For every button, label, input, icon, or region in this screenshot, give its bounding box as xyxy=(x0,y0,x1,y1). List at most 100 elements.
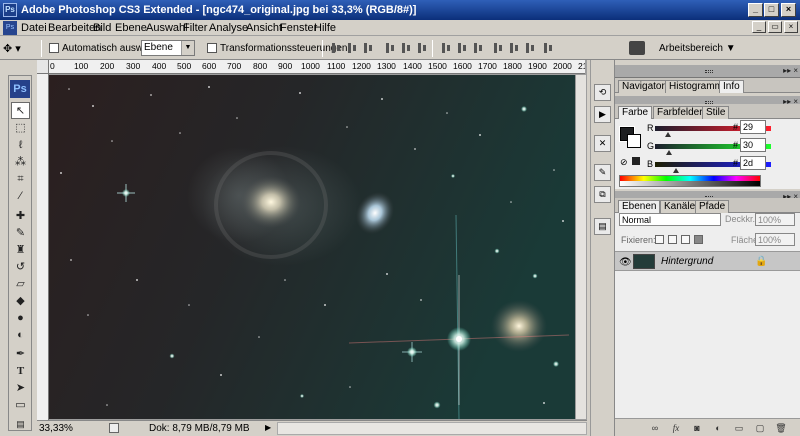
distribute-hcenter-icon[interactable] xyxy=(508,42,520,54)
lock-all-icon[interactable] xyxy=(694,235,703,244)
info-panel-header[interactable]: ▸▸ × xyxy=(615,65,800,78)
green-value-input[interactable]: 30 xyxy=(740,138,766,152)
distribute-top-icon[interactable] xyxy=(440,42,452,54)
ruler-origin[interactable] xyxy=(37,60,49,74)
crop-tool-icon[interactable]: ⌗ xyxy=(11,171,30,188)
paint-bucket-tool-icon[interactable]: ◆ xyxy=(11,293,30,310)
marquee-tool-icon[interactable]: ⬚ xyxy=(11,120,30,137)
horizontal-scrollbar[interactable] xyxy=(277,422,587,435)
align-left-icon[interactable] xyxy=(384,42,396,54)
image-canvas[interactable] xyxy=(49,75,575,419)
tab-kanaele[interactable]: Kanäle xyxy=(660,200,700,213)
blue-value-input[interactable]: 2d xyxy=(740,156,766,170)
vertical-scrollbar[interactable] xyxy=(575,75,586,419)
new-group-icon[interactable]: ▭ xyxy=(733,423,745,433)
eraser-tool-icon[interactable]: ▱ xyxy=(11,276,30,293)
clone-source-panel-icon[interactable]: ⧉ xyxy=(594,186,611,203)
blue-slider-handle[interactable] xyxy=(672,168,679,173)
align-hcenter-icon[interactable] xyxy=(400,42,412,54)
doc-restore-button[interactable]: ▭ xyxy=(768,21,782,33)
tab-pfade[interactable]: Pfade xyxy=(695,200,730,213)
magic-wand-tool-icon[interactable]: ⁂ xyxy=(11,154,30,171)
fill-input[interactable]: 100% xyxy=(755,233,795,246)
bridge-icon[interactable] xyxy=(629,41,645,55)
tab-ebenen[interactable]: Ebenen xyxy=(618,200,661,213)
align-right-icon[interactable] xyxy=(416,42,428,54)
maximize-button[interactable]: □ xyxy=(764,3,779,17)
move-tool-icon[interactable]: ↖ xyxy=(11,102,30,119)
eye-icon[interactable]: 👁 xyxy=(619,257,632,268)
lock-position-icon[interactable] xyxy=(681,235,690,244)
menu-filter[interactable]: Filter xyxy=(183,22,207,34)
blur-tool-icon[interactable]: ● xyxy=(11,310,30,327)
web-color-swatch[interactable] xyxy=(632,157,640,165)
workspace-button[interactable]: Arbeitsbereich ▼ xyxy=(659,43,736,54)
distribute-bottom-icon[interactable] xyxy=(472,42,484,54)
menu-ebene[interactable]: Ebene xyxy=(115,22,147,34)
minimize-button[interactable]: _ xyxy=(748,3,763,17)
green-slider-handle[interactable] xyxy=(665,150,672,155)
color-spectrum-bar[interactable] xyxy=(619,175,761,187)
history-panel-icon[interactable]: ⟲ xyxy=(594,84,611,101)
opacity-input[interactable]: 100% xyxy=(755,213,795,226)
background-color-swatch[interactable] xyxy=(627,134,641,148)
distribute-vcenter-icon[interactable] xyxy=(456,42,468,54)
tab-navigator[interactable]: Navigator xyxy=(618,80,669,93)
menu-datei[interactable]: Datei xyxy=(21,22,47,34)
auto-align-icon[interactable] xyxy=(542,42,554,54)
align-bottom-icon[interactable] xyxy=(362,42,374,54)
healing-brush-tool-icon[interactable]: ✚ xyxy=(11,208,30,225)
zoom-level[interactable]: 33,33% xyxy=(39,423,73,434)
brushes-panel-icon[interactable]: ✎ xyxy=(594,164,611,181)
gamut-warning-icon[interactable]: ⊘ xyxy=(620,157,628,168)
doc-minimize-button[interactable]: _ xyxy=(752,21,766,33)
clone-stamp-tool-icon[interactable]: ♜ xyxy=(11,242,30,259)
menu-ansicht[interactable]: Ansicht xyxy=(246,22,282,34)
lasso-tool-icon[interactable]: ℓ xyxy=(11,137,30,154)
tab-histogramm[interactable]: Histogramm xyxy=(665,80,727,93)
notes-tool-icon[interactable]: ▤ xyxy=(11,416,30,433)
auto-select-checkbox[interactable] xyxy=(49,43,59,53)
actions-panel-icon[interactable]: ▶ xyxy=(594,106,611,123)
layer-comps-panel-icon[interactable]: ▤ xyxy=(594,218,611,235)
pen-tool-icon[interactable]: ✒ xyxy=(11,346,30,363)
red-value-input[interactable]: 29 xyxy=(740,120,766,134)
align-top-icon[interactable] xyxy=(330,42,342,54)
status-menu-arrow-icon[interactable]: ▶ xyxy=(265,423,273,433)
eyedropper-tool-icon[interactable]: ⁄ xyxy=(11,188,30,205)
panel-collapse-icon[interactable]: ▸▸ × xyxy=(783,66,798,75)
shape-tool-icon[interactable]: ▭ xyxy=(11,397,30,414)
layer-row[interactable]: 👁 Hintergrund 🔒 xyxy=(615,251,800,271)
move-tool-preset-icon[interactable]: ✥ ▾ xyxy=(3,42,33,56)
path-selection-tool-icon[interactable]: ➤ xyxy=(11,380,30,397)
dodge-tool-icon[interactable]: ◐ xyxy=(11,327,30,344)
distribute-right-icon[interactable] xyxy=(524,42,536,54)
new-layer-icon[interactable]: ▢ xyxy=(754,423,766,433)
delete-layer-icon[interactable]: 🗑 xyxy=(775,423,787,433)
blend-mode-dropdown[interactable]: Normal xyxy=(619,213,721,226)
transform-controls-checkbox[interactable] xyxy=(207,43,217,53)
tab-stile[interactable]: Stile xyxy=(702,106,730,119)
menu-hilfe[interactable]: Hilfe xyxy=(314,22,336,34)
tool-presets-panel-icon[interactable]: ✕ xyxy=(594,135,611,152)
menu-bild[interactable]: Bild xyxy=(93,22,111,34)
layer-mask-icon[interactable]: ◙ xyxy=(691,423,703,433)
align-vcenter-icon[interactable] xyxy=(346,42,358,54)
tab-farbe[interactable]: Farbe xyxy=(618,106,653,119)
menu-fenster[interactable]: Fenster xyxy=(280,22,317,34)
distribute-left-icon[interactable] xyxy=(492,42,504,54)
layer-style-icon[interactable]: fx xyxy=(670,423,682,433)
doc-close-button[interactable]: × xyxy=(784,21,798,33)
lock-transparency-icon[interactable] xyxy=(655,235,664,244)
menu-analyse[interactable]: Analyse xyxy=(209,22,248,34)
red-slider-handle[interactable] xyxy=(664,132,671,137)
adjustment-layer-icon[interactable]: ◐ xyxy=(712,423,724,433)
history-brush-tool-icon[interactable]: ↺ xyxy=(11,259,30,276)
layer-name[interactable]: Hintergrund xyxy=(661,256,713,267)
brush-tool-icon[interactable]: ✎ xyxy=(11,225,30,242)
lock-pixels-icon[interactable] xyxy=(668,235,677,244)
close-button[interactable]: × xyxy=(781,3,796,17)
auto-select-dropdown[interactable]: Ebene ▼ xyxy=(141,40,195,56)
menu-auswahl[interactable]: Auswahl xyxy=(146,22,188,34)
tab-info[interactable]: Info xyxy=(719,80,744,93)
